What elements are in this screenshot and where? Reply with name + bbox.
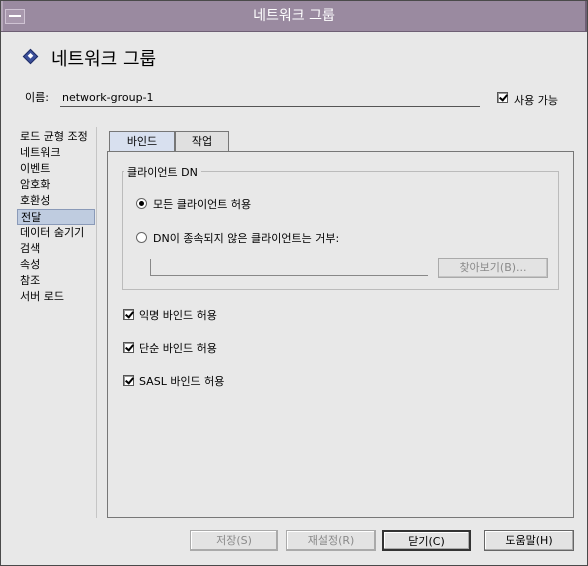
anonymous-bind-label: 익명 바인드 허용 [139, 309, 217, 322]
sidebar-item-search[interactable]: 검색 [17, 241, 95, 257]
simple-bind-checkbox[interactable] [123, 342, 134, 353]
sidebar-item-compatibility[interactable]: 호환성 [17, 193, 95, 209]
tab-operations[interactable]: 작업 [175, 131, 229, 151]
reset-button[interactable]: 재설정(R) [286, 530, 376, 551]
sidebar-item-encryption[interactable]: 암호화 [17, 177, 95, 193]
window: 네트워크 그룹 네트워크 그룹 이름: 사용 가능 로드 균형 조정 네트워크 … [0, 0, 588, 566]
page-title: 네트워크 그룹 [51, 49, 157, 70]
sidebar-item-forwarding[interactable]: 전달 [17, 209, 95, 225]
title-bar[interactable]: 네트워크 그룹 [1, 1, 587, 32]
sidebar-item-network[interactable]: 네트워크 [17, 145, 95, 161]
sidebar-item-attributes[interactable]: 속성 [17, 257, 95, 273]
radio-allow-all-clients-label: 모든 클라이언트 허용 [153, 198, 252, 211]
sidebar-item-load-balancing[interactable]: 로드 균형 조정 [17, 129, 95, 145]
close-button[interactable]: 닫기(C) [382, 530, 471, 551]
sidebar-divider [96, 127, 97, 518]
client-dn-group-label: 클라이언트 DN [124, 164, 201, 180]
sidebar-item-events[interactable]: 이벤트 [17, 161, 95, 177]
anonymous-bind-checkbox[interactable] [123, 309, 134, 320]
radio-allow-all-clients[interactable] [136, 198, 147, 209]
radio-deny-unmatched-dn-label: DN이 종속되지 않은 클라이언트는 거부: [153, 232, 340, 245]
sasl-bind-checkbox[interactable] [123, 375, 134, 386]
sidebar-item-data-hiding[interactable]: 데이터 숨기기 [17, 225, 95, 241]
enable-label: 사용 가능 [514, 94, 558, 107]
tab-panel-bind: 클라이언트 DN 모든 클라이언트 허용 DN이 종속되지 않은 클라이언트는 … [107, 151, 574, 518]
help-button[interactable]: 도움말(H) [484, 530, 574, 551]
sidebar-item-server-load[interactable]: 서버 로드 [17, 289, 95, 305]
simple-bind-label: 단순 바인드 허용 [139, 342, 217, 355]
browse-button[interactable]: 찾아보기(B)... [438, 258, 548, 278]
save-button[interactable]: 저장(S) [190, 530, 278, 551]
enable-checkbox[interactable] [497, 92, 508, 103]
window-title: 네트워크 그룹 [253, 8, 335, 24]
sidebar-item-referrals[interactable]: 참조 [17, 273, 95, 289]
radio-deny-unmatched-dn[interactable] [136, 232, 147, 243]
title-bar-edge [585, 1, 587, 31]
sasl-bind-label: SASL 바인드 허용 [139, 375, 225, 388]
sidebar-nav: 로드 균형 조정 네트워크 이벤트 암호화 호환성 전달 데이터 숨기기 검색 … [17, 127, 97, 518]
diamond-icon [22, 48, 39, 65]
name-input[interactable] [60, 89, 480, 107]
client-dn-input[interactable] [150, 259, 428, 276]
tab-bind[interactable]: 바인드 [109, 131, 175, 153]
name-label: 이름: [25, 91, 49, 104]
